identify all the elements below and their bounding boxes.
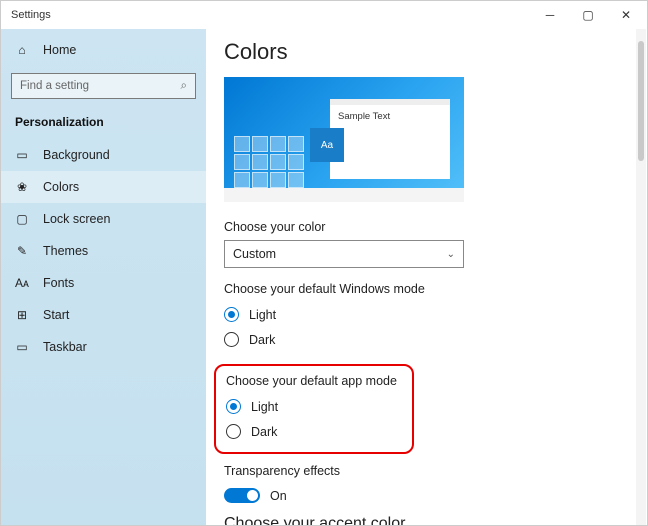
themes-icon: ✎ [15, 244, 29, 258]
search-input[interactable]: Find a setting ⌕ [11, 73, 196, 99]
windows-mode-light[interactable]: Light [224, 302, 629, 327]
window-controls: ─ ▢ ✕ [531, 1, 645, 29]
app-mode-dark[interactable]: Dark [226, 419, 402, 444]
radio-label: Dark [249, 333, 275, 347]
sidebar-item-label: Start [43, 308, 69, 322]
window-title: Settings [11, 9, 51, 21]
sidebar-item-start[interactable]: ⊞ Start [1, 299, 206, 331]
windows-mode-dark[interactable]: Dark [224, 327, 629, 352]
maximize-button[interactable]: ▢ [569, 1, 607, 29]
colors-icon: ❀ [15, 180, 29, 194]
chevron-down-icon: ⌄ [447, 249, 455, 260]
preview-taskbar [224, 188, 464, 202]
radio-icon [224, 332, 239, 347]
radio-label: Light [251, 400, 278, 414]
preview-tiles [234, 136, 304, 188]
sidebar-item-taskbar[interactable]: ▭ Taskbar [1, 331, 206, 363]
choose-color-label: Choose your color [224, 220, 629, 234]
scrollbar-thumb[interactable] [638, 41, 644, 161]
radio-label: Light [249, 308, 276, 322]
radio-icon [226, 399, 241, 414]
sidebar-item-themes[interactable]: ✎ Themes [1, 235, 206, 267]
home-label: Home [43, 43, 76, 57]
accent-color-title: Choose your accent color [224, 515, 629, 525]
search-placeholder: Find a setting [20, 80, 89, 92]
transparency-label: Transparency effects [224, 464, 629, 478]
radio-label: Dark [251, 425, 277, 439]
transparency-toggle[interactable]: On [224, 484, 629, 509]
radio-icon [226, 424, 241, 439]
windows-mode-label: Choose your default Windows mode [224, 282, 629, 296]
fonts-icon: Aᴀ [15, 276, 29, 290]
home-button[interactable]: ⌂ Home [1, 35, 206, 65]
home-icon: ⌂ [15, 43, 29, 57]
sidebar-item-label: Lock screen [43, 212, 110, 226]
preview-tile-aa: Aa [310, 128, 344, 162]
sidebar-item-background[interactable]: ▭ Background [1, 139, 206, 171]
page-title: Colors [224, 39, 629, 65]
close-button[interactable]: ✕ [607, 1, 645, 29]
sidebar-item-colors[interactable]: ❀ Colors [1, 171, 206, 203]
toggle-state: On [270, 489, 287, 503]
sidebar-item-label: Fonts [43, 276, 74, 290]
color-preview: Sample Text Aa [224, 77, 464, 202]
preview-sample-text: Sample Text [330, 105, 450, 128]
start-icon: ⊞ [15, 308, 29, 322]
preview-window: Sample Text [330, 99, 450, 179]
app-mode-light[interactable]: Light [226, 394, 402, 419]
category-title: Personalization [1, 111, 206, 139]
background-icon: ▭ [15, 148, 29, 162]
sidebar-item-fonts[interactable]: Aᴀ Fonts [1, 267, 206, 299]
app-mode-label: Choose your default app mode [226, 374, 402, 388]
sidebar: ⌂ Home Find a setting ⌕ Personalization … [1, 29, 206, 525]
sidebar-item-label: Background [43, 148, 110, 162]
app-mode-highlight: Choose your default app mode Light Dark [214, 364, 414, 454]
sidebar-item-lockscreen[interactable]: ▢ Lock screen [1, 203, 206, 235]
sidebar-item-label: Themes [43, 244, 88, 258]
minimize-button[interactable]: ─ [531, 1, 569, 29]
choose-color-dropdown[interactable]: Custom ⌄ [224, 240, 464, 268]
choose-color-value: Custom [233, 247, 276, 261]
taskbar-icon: ▭ [15, 340, 29, 354]
sidebar-item-label: Colors [43, 180, 79, 194]
windows-mode-group: Choose your default Windows mode Light D… [224, 282, 629, 352]
sidebar-item-label: Taskbar [43, 340, 87, 354]
titlebar: Settings ─ ▢ ✕ [1, 1, 647, 29]
toggle-switch-icon [224, 488, 260, 503]
lockscreen-icon: ▢ [15, 212, 29, 226]
search-icon: ⌕ [181, 80, 187, 93]
content-pane: Colors Sample Text Aa Choose your color … [206, 29, 647, 525]
scrollbar[interactable] [636, 29, 646, 525]
radio-icon [224, 307, 239, 322]
